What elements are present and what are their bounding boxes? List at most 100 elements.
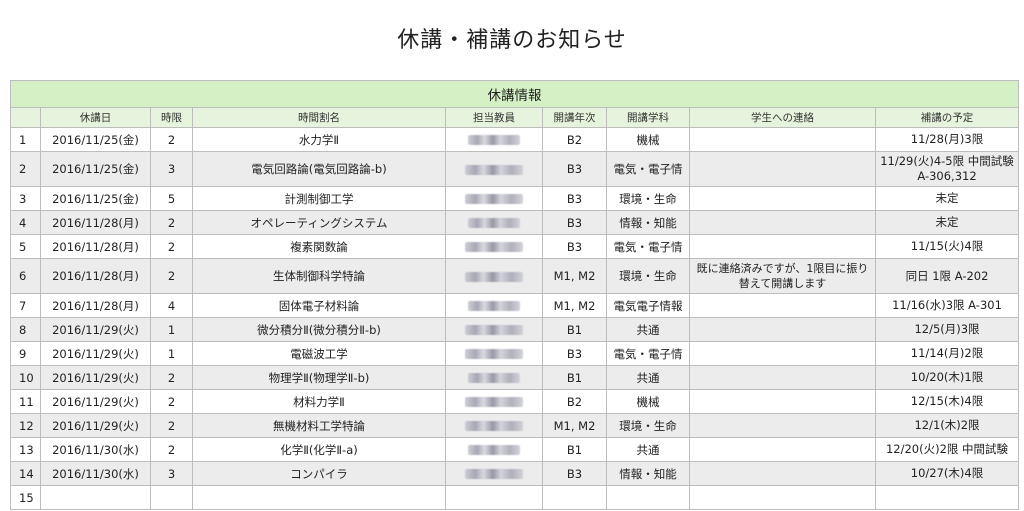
cell-period: 2 (150, 234, 193, 259)
table-caption: 休講情報 (10, 80, 1019, 108)
cell-makeup: 11/15(火)4限 (875, 234, 1019, 259)
redacted-teacher-name (465, 421, 523, 431)
cell-course: 生体制御科学特論 (192, 258, 446, 294)
cell-date: 2016/11/25(金) (40, 127, 151, 152)
page-title: 休講・補講のお知らせ (397, 28, 627, 53)
cell-dept: 環境・生命 (606, 186, 690, 211)
cell-contact (689, 210, 876, 235)
table-row: 7 2016/11/28(月) 4 固体電子材料論 M1, M2 電気電子情報 11/16(… (10, 293, 1019, 318)
cell-teacher (445, 437, 543, 462)
cell-contact (689, 389, 876, 414)
col-header-grade: 開講年次 (542, 107, 607, 128)
cell-teacher (445, 413, 543, 438)
cell-course: 物理学Ⅱ(物理学Ⅱ-b) (192, 365, 446, 390)
table-row: 10 2016/11/29(火) 2 物理学Ⅱ(物理学Ⅱ-b) B1 共通 10/20(木)… (10, 365, 1019, 390)
cell-course: 材料力学Ⅱ (192, 389, 446, 414)
cell-dept: 機械 (606, 127, 690, 152)
table-row: 5 2016/11/28(月) 2 複素関数論 B3 電気・電子情 11/15(火)4限 (10, 234, 1019, 259)
cell-grade: B2 (542, 389, 607, 414)
col-header-dept: 開講学科 (606, 107, 690, 128)
redacted-teacher-name (465, 271, 523, 282)
cell-dept: 機械 (606, 389, 690, 414)
cell-course: 固体電子材料論 (192, 293, 446, 318)
cell-makeup: 12/5(月)3限 (875, 317, 1019, 342)
cell-no: 5 (10, 234, 41, 259)
cell-date: 2016/11/29(火) (40, 389, 151, 414)
table-header-row: 休講日 時限 時間割名 担当教員 開講年次 開講学科 学生への連絡 補講の予定 (10, 107, 1019, 128)
cell-no: 7 (10, 293, 41, 318)
cell-contact (689, 413, 876, 438)
cell-teacher (445, 341, 543, 366)
table-row: 2 2016/11/25(金) 3 電気回路論(電気回路論-b) B3 電気・電子情 11/… (10, 151, 1019, 187)
cell-contact: 既に連絡済みですが、1限目に振り替えて開講します (689, 258, 876, 294)
col-header-makeup: 補講の予定 (875, 107, 1019, 128)
cell-date: 2016/11/29(火) (40, 413, 151, 438)
cell-teacher (445, 485, 543, 510)
cell-makeup: 11/28(月)3限 (875, 127, 1019, 152)
cell-dept: 環境・生命 (606, 258, 690, 294)
table-body: 1 2016/11/25(金) 2 水力学Ⅱ B2 機械 11/28(月)3限 2 2016/1… (10, 127, 1019, 510)
cell-date: 2016/11/29(火) (40, 341, 151, 366)
cell-date: 2016/11/25(金) (40, 186, 151, 211)
cell-period: 3 (150, 151, 193, 187)
table-row: 8 2016/11/29(火) 1 微分積分Ⅱ(微分積分Ⅱ-b) B1 共通 12/5(月)… (10, 317, 1019, 342)
cell-date: 2016/11/28(月) (40, 293, 151, 318)
table-row: 4 2016/11/28(月) 2 オペレーティングシステム B3 情報・知能 未定 (10, 210, 1019, 235)
cell-course: 電磁波工学 (192, 341, 446, 366)
redacted-teacher-name (465, 397, 523, 407)
cell-teacher (445, 317, 543, 342)
col-header-period: 時限 (150, 107, 193, 128)
cell-makeup: 未定 (875, 210, 1019, 235)
cell-contact (689, 317, 876, 342)
cell-dept: 共通 (606, 365, 690, 390)
cell-period: 2 (150, 127, 193, 152)
cell-grade: M1, M2 (542, 258, 607, 294)
cell-course: コンパイラ (192, 461, 446, 486)
cell-dept: 共通 (606, 317, 690, 342)
cell-period: 2 (150, 413, 193, 438)
cell-makeup: 未定 (875, 186, 1019, 211)
cell-no: 13 (10, 437, 41, 462)
table-row: 12 2016/11/29(火) 2 無機材料工学特論 M1, M2 環境・生命 12/1(… (10, 413, 1019, 438)
cell-grade: B3 (542, 210, 607, 235)
cell-dept (606, 485, 690, 510)
cell-contact (689, 186, 876, 211)
redacted-teacher-name (468, 135, 520, 145)
cell-no: 10 (10, 365, 41, 390)
cell-dept: 環境・生命 (606, 413, 690, 438)
cell-grade: B1 (542, 317, 607, 342)
cell-grade: B3 (542, 186, 607, 211)
cell-teacher (445, 186, 543, 211)
cancellation-table: 休講情報 休講日 時限 時間割名 担当教員 開講年次 開講学科 学生への連絡 補講の予定 12… (10, 80, 1019, 510)
cell-makeup: 10/27(木)4限 (875, 461, 1019, 486)
cell-no: 11 (10, 389, 41, 414)
redacted-teacher-name (468, 373, 520, 383)
cell-period: 1 (150, 341, 193, 366)
redacted-teacher-name (465, 194, 523, 204)
cell-contact (689, 365, 876, 390)
cell-course: 電気回路論(電気回路論-b) (192, 151, 446, 187)
cancellation-table-container: 休講情報 休講日 時限 時間割名 担当教員 開講年次 開講学科 学生への連絡 補講の予定 12… (10, 80, 1019, 510)
cell-period (150, 485, 193, 510)
cell-grade: B3 (542, 461, 607, 486)
table-row: 1 2016/11/25(金) 2 水力学Ⅱ B2 機械 11/28(月)3限 (10, 127, 1019, 152)
redacted-teacher-name (465, 242, 523, 252)
cell-date: 2016/11/25(金) (40, 151, 151, 187)
cell-grade: B3 (542, 151, 607, 187)
cell-grade: M1, M2 (542, 413, 607, 438)
cell-grade: B1 (542, 365, 607, 390)
cell-no: 8 (10, 317, 41, 342)
cell-course: 複素関数論 (192, 234, 446, 259)
cell-course: 水力学Ⅱ (192, 127, 446, 152)
cell-makeup: 11/29(火)4-5限 中間試験 A-306,312 (875, 151, 1019, 187)
cell-no: 2 (10, 151, 41, 187)
cell-date: 2016/11/30(水) (40, 437, 151, 462)
cell-contact (689, 461, 876, 486)
cell-contact (689, 234, 876, 259)
table-row: 13 2016/11/30(水) 2 化学Ⅱ(化学Ⅱ-a) B1 共通 12/20(火)2限… (10, 437, 1019, 462)
col-header-contact: 学生への連絡 (689, 107, 876, 128)
cell-period: 1 (150, 317, 193, 342)
cell-no: 15 (10, 485, 41, 510)
cell-date: 2016/11/28(月) (40, 258, 151, 294)
cell-makeup: 12/20(火)2限 中間試験 (875, 437, 1019, 462)
